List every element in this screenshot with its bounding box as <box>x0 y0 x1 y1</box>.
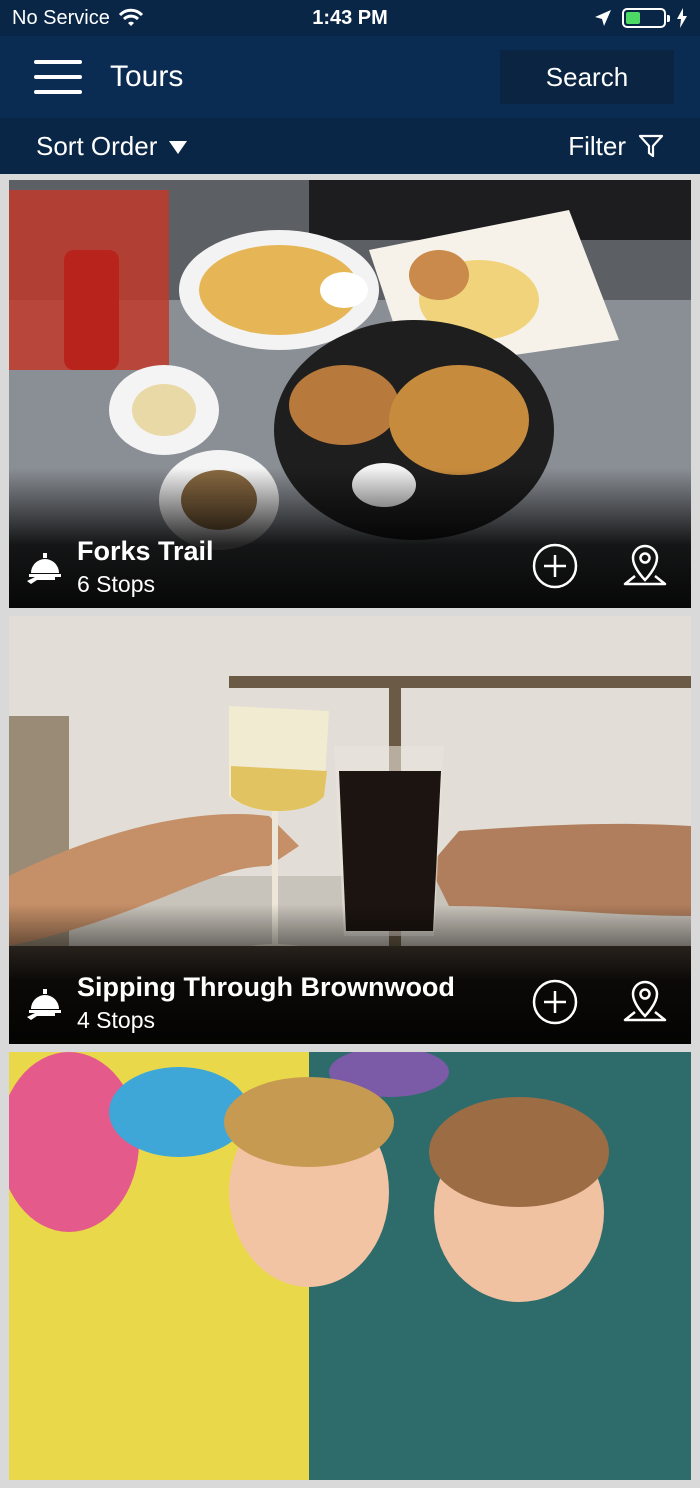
service-bell-icon <box>27 989 61 1020</box>
tour-title: Sipping Through Brownwood <box>77 972 455 1002</box>
page-title: Tours <box>110 60 184 93</box>
map-pin-icon[interactable] <box>621 978 669 1026</box>
card-info: Sipping Through Brownwood 4 Stops <box>25 972 455 1034</box>
charging-icon <box>677 8 687 28</box>
location-arrow-icon <box>595 10 611 26</box>
battery-icon <box>622 8 670 28</box>
tour-card[interactable] <box>9 1052 691 1480</box>
filter-label: Filter <box>568 130 626 161</box>
tour-list: Forks Trail 6 Stops Sipping Through Brow… <box>9 180 691 1488</box>
app-header: Tours Search <box>0 36 700 118</box>
mural-photo <box>9 1052 691 1480</box>
menu-icon[interactable] <box>34 57 82 97</box>
wifi-icon <box>118 8 143 26</box>
sort-order-label: Sort Order <box>36 130 158 161</box>
caret-down-icon <box>169 140 188 154</box>
filter-icon <box>638 134 664 158</box>
tour-title: Forks Trail <box>77 536 214 566</box>
sort-order-button[interactable]: Sort Order <box>36 130 188 162</box>
card-info: Forks Trail 6 Stops <box>25 536 214 598</box>
map-pin-icon[interactable] <box>621 542 669 590</box>
search-button[interactable]: Search <box>500 50 674 104</box>
tour-card[interactable]: Sipping Through Brownwood 4 Stops <box>9 616 691 1044</box>
tour-stops: 6 Stops <box>77 571 155 597</box>
carrier-text: No Service <box>12 6 110 29</box>
filter-button[interactable]: Filter <box>568 131 664 162</box>
tour-stops: 4 Stops <box>77 1007 155 1033</box>
status-bar: No Service 1:43 PM <box>0 0 700 36</box>
service-bell-icon <box>27 553 61 584</box>
add-circle-icon[interactable] <box>531 542 579 590</box>
tour-card[interactable]: Forks Trail 6 Stops <box>9 180 691 608</box>
sort-filter-bar: Sort Order Filter <box>0 118 700 174</box>
add-circle-icon[interactable] <box>531 978 579 1026</box>
